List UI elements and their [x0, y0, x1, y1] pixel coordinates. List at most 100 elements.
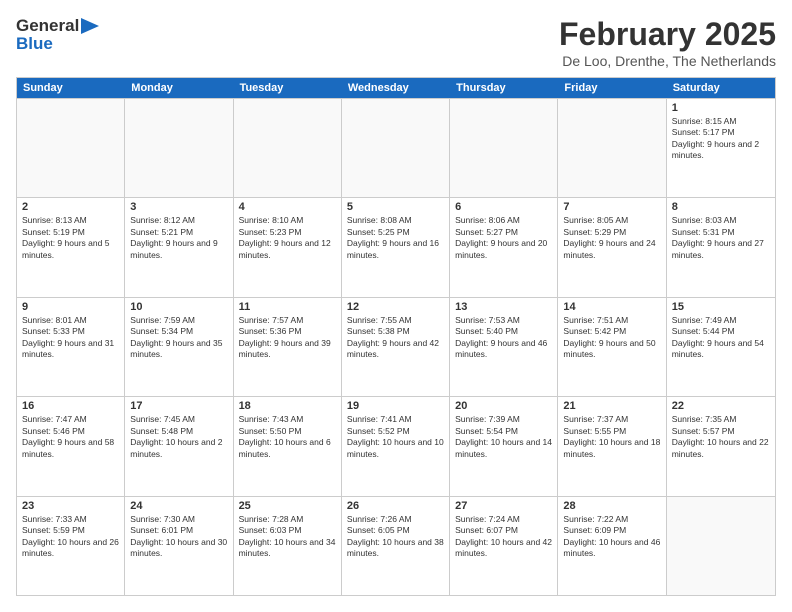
- calendar-header-cell: Tuesday: [234, 78, 342, 98]
- day-info: Sunrise: 7:39 AM Sunset: 5:54 PM Dayligh…: [455, 414, 552, 460]
- calendar-cell: [125, 99, 233, 197]
- day-info: Sunrise: 8:06 AM Sunset: 5:27 PM Dayligh…: [455, 215, 552, 261]
- location-subtitle: De Loo, Drenthe, The Netherlands: [559, 53, 776, 69]
- month-year-title: February 2025: [559, 16, 776, 53]
- logo: General Blue: [16, 16, 99, 54]
- calendar-row: 2Sunrise: 8:13 AM Sunset: 5:19 PM Daylig…: [17, 197, 775, 296]
- calendar-header-cell: Friday: [558, 78, 666, 98]
- calendar-cell: 24 Sunrise: 7:30 AM Sunset: 6:01 PM Dayli…: [125, 497, 233, 595]
- calendar-row: 23Sunrise: 7:33 AM Sunset: 5:59 PM Dayli…: [17, 496, 775, 595]
- calendar-cell: 12 Sunrise: 7:55 AM Sunset: 5:38 PM Dayli…: [342, 298, 450, 396]
- day-number: 7: [563, 201, 660, 213]
- day-info: Sunrise: 7:55 AM Sunset: 5:38 PM Dayligh…: [347, 315, 444, 361]
- calendar-cell: 22 Sunrise: 7:35 AM Sunset: 5:57 PM Dayli…: [667, 397, 775, 495]
- calendar-cell: [234, 99, 342, 197]
- calendar-cell: 2Sunrise: 8:13 AM Sunset: 5:19 PM Daylig…: [17, 198, 125, 296]
- calendar-row: 9 Sunrise: 8:01 AM Sunset: 5:33 PM Daylig…: [17, 297, 775, 396]
- calendar-cell: 9 Sunrise: 8:01 AM Sunset: 5:33 PM Daylig…: [17, 298, 125, 396]
- day-info: Sunrise: 7:24 AM Sunset: 6:07 PM Dayligh…: [455, 514, 552, 560]
- calendar-header-cell: Sunday: [17, 78, 125, 98]
- day-info: Sunrise: 8:12 AM Sunset: 5:21 PM Dayligh…: [130, 215, 227, 261]
- calendar-cell: [342, 99, 450, 197]
- calendar-row: 16 Sunrise: 7:47 AM Sunset: 5:46 PM Dayli…: [17, 396, 775, 495]
- calendar-body: 1 Sunrise: 8:15 AM Sunset: 5:17 PM Daylig…: [17, 98, 775, 595]
- day-number: 3: [130, 201, 227, 213]
- day-number: 15: [672, 301, 770, 313]
- day-number: 14: [563, 301, 660, 313]
- day-number: 8: [672, 201, 770, 213]
- day-number: 22: [672, 400, 770, 412]
- day-number: 16: [22, 400, 119, 412]
- calendar-cell: 26 Sunrise: 7:26 AM Sunset: 6:05 PM Dayli…: [342, 497, 450, 595]
- day-info: Sunrise: 8:05 AM Sunset: 5:29 PM Dayligh…: [563, 215, 660, 261]
- calendar-cell: 5Sunrise: 8:08 AM Sunset: 5:25 PM Daylig…: [342, 198, 450, 296]
- day-number: 12: [347, 301, 444, 313]
- calendar-cell: 1 Sunrise: 8:15 AM Sunset: 5:17 PM Daylig…: [667, 99, 775, 197]
- day-info: Sunrise: 8:10 AM Sunset: 5:23 PM Dayligh…: [239, 215, 336, 261]
- day-info: Sunrise: 7:28 AM Sunset: 6:03 PM Dayligh…: [239, 514, 336, 560]
- day-number: 24: [130, 500, 227, 512]
- calendar-header-cell: Monday: [125, 78, 233, 98]
- title-block: February 2025 De Loo, Drenthe, The Nethe…: [559, 16, 776, 69]
- day-info: Sunrise: 7:53 AM Sunset: 5:40 PM Dayligh…: [455, 315, 552, 361]
- day-info: Sunrise: 7:47 AM Sunset: 5:46 PM Dayligh…: [22, 414, 119, 460]
- calendar-row: 1 Sunrise: 8:15 AM Sunset: 5:17 PM Daylig…: [17, 98, 775, 197]
- calendar-cell: 11 Sunrise: 7:57 AM Sunset: 5:36 PM Dayli…: [234, 298, 342, 396]
- header: General Blue February 2025 De Loo, Drent…: [16, 16, 776, 69]
- day-number: 9: [22, 301, 119, 313]
- calendar-cell: 3 Sunrise: 8:12 AM Sunset: 5:21 PM Daylig…: [125, 198, 233, 296]
- calendar-header-cell: Thursday: [450, 78, 558, 98]
- day-info: Sunrise: 8:08 AM Sunset: 5:25 PM Dayligh…: [347, 215, 444, 261]
- day-number: 17: [130, 400, 227, 412]
- day-info: Sunrise: 7:35 AM Sunset: 5:57 PM Dayligh…: [672, 414, 770, 460]
- calendar-cell: 8 Sunrise: 8:03 AM Sunset: 5:31 PM Daylig…: [667, 198, 775, 296]
- day-info: Sunrise: 8:01 AM Sunset: 5:33 PM Dayligh…: [22, 315, 119, 361]
- day-info: Sunrise: 8:13 AM Sunset: 5:19 PM Dayligh…: [22, 215, 119, 261]
- day-info: Sunrise: 7:59 AM Sunset: 5:34 PM Dayligh…: [130, 315, 227, 361]
- calendar-header-cell: Saturday: [667, 78, 775, 98]
- day-number: 6: [455, 201, 552, 213]
- day-number: 26: [347, 500, 444, 512]
- calendar-cell: 28Sunrise: 7:22 AM Sunset: 6:09 PM Dayli…: [558, 497, 666, 595]
- calendar-cell: 19 Sunrise: 7:41 AM Sunset: 5:52 PM Dayli…: [342, 397, 450, 495]
- calendar-cell: 18 Sunrise: 7:43 AM Sunset: 5:50 PM Dayli…: [234, 397, 342, 495]
- day-info: Sunrise: 7:41 AM Sunset: 5:52 PM Dayligh…: [347, 414, 444, 460]
- day-number: 10: [130, 301, 227, 313]
- calendar-cell: 25 Sunrise: 7:28 AM Sunset: 6:03 PM Dayli…: [234, 497, 342, 595]
- calendar-cell: 27Sunrise: 7:24 AM Sunset: 6:07 PM Dayli…: [450, 497, 558, 595]
- calendar-cell: [450, 99, 558, 197]
- calendar-cell: 14 Sunrise: 7:51 AM Sunset: 5:42 PM Dayli…: [558, 298, 666, 396]
- calendar-header-cell: Wednesday: [342, 78, 450, 98]
- day-info: Sunrise: 8:03 AM Sunset: 5:31 PM Dayligh…: [672, 215, 770, 261]
- day-number: 11: [239, 301, 336, 313]
- page: General Blue February 2025 De Loo, Drent…: [0, 0, 792, 612]
- calendar-cell: 17 Sunrise: 7:45 AM Sunset: 5:48 PM Dayli…: [125, 397, 233, 495]
- day-number: 28: [563, 500, 660, 512]
- day-info: Sunrise: 7:45 AM Sunset: 5:48 PM Dayligh…: [130, 414, 227, 460]
- day-number: 18: [239, 400, 336, 412]
- logo-general-text: General: [16, 16, 79, 36]
- calendar: SundayMondayTuesdayWednesdayThursdayFrid…: [16, 77, 776, 596]
- day-info: Sunrise: 8:15 AM Sunset: 5:17 PM Dayligh…: [672, 116, 770, 162]
- calendar-cell: 15Sunrise: 7:49 AM Sunset: 5:44 PM Dayli…: [667, 298, 775, 396]
- day-number: 13: [455, 301, 552, 313]
- day-number: 25: [239, 500, 336, 512]
- calendar-cell: 16 Sunrise: 7:47 AM Sunset: 5:46 PM Dayli…: [17, 397, 125, 495]
- logo-arrow-icon: [81, 18, 99, 34]
- calendar-cell: [17, 99, 125, 197]
- day-info: Sunrise: 7:30 AM Sunset: 6:01 PM Dayligh…: [130, 514, 227, 560]
- calendar-cell: 20 Sunrise: 7:39 AM Sunset: 5:54 PM Dayli…: [450, 397, 558, 495]
- day-info: Sunrise: 7:37 AM Sunset: 5:55 PM Dayligh…: [563, 414, 660, 460]
- day-number: 4: [239, 201, 336, 213]
- day-info: Sunrise: 7:57 AM Sunset: 5:36 PM Dayligh…: [239, 315, 336, 361]
- calendar-cell: 21Sunrise: 7:37 AM Sunset: 5:55 PM Dayli…: [558, 397, 666, 495]
- day-number: 20: [455, 400, 552, 412]
- logo-blue-text: Blue: [16, 34, 99, 54]
- day-number: 1: [672, 102, 770, 114]
- day-info: Sunrise: 7:26 AM Sunset: 6:05 PM Dayligh…: [347, 514, 444, 560]
- day-info: Sunrise: 7:43 AM Sunset: 5:50 PM Dayligh…: [239, 414, 336, 460]
- calendar-cell: 13 Sunrise: 7:53 AM Sunset: 5:40 PM Dayli…: [450, 298, 558, 396]
- day-info: Sunrise: 7:51 AM Sunset: 5:42 PM Dayligh…: [563, 315, 660, 361]
- day-number: 19: [347, 400, 444, 412]
- day-info: Sunrise: 7:33 AM Sunset: 5:59 PM Dayligh…: [22, 514, 119, 560]
